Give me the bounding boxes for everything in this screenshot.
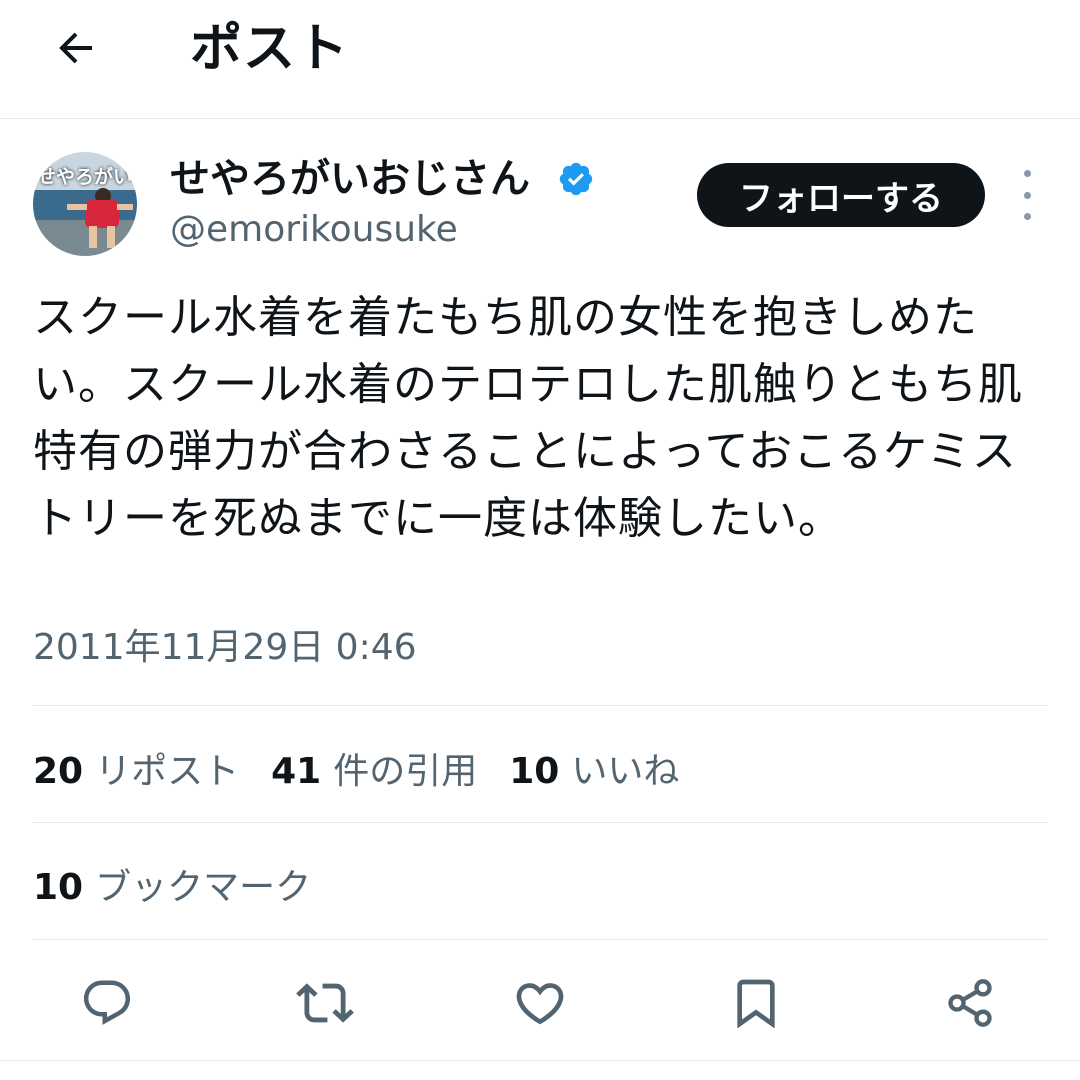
display-name[interactable]: せやろがいおじさん bbox=[170, 150, 530, 208]
repost-icon bbox=[296, 983, 354, 1023]
quotes-count: 41 bbox=[271, 751, 322, 792]
verified-badge-icon bbox=[559, 162, 593, 196]
bottom-border bbox=[0, 1060, 1080, 1061]
quotes-label: 件の引用 bbox=[333, 751, 478, 792]
follow-button[interactable]: フォローする bbox=[697, 163, 985, 227]
quotes-stat[interactable]: 41 件の引用 bbox=[271, 742, 477, 794]
like-icon bbox=[516, 983, 564, 1025]
bookmark-button[interactable] bbox=[721, 960, 791, 1046]
divider bbox=[33, 822, 1047, 823]
likes-stat[interactable]: 10 いいね bbox=[509, 742, 679, 794]
engagement-stats: 20 リポスト 41 件の引用 10 いいね bbox=[33, 742, 711, 794]
top-bar: ポスト bbox=[0, 0, 1080, 119]
arrow-left-icon bbox=[59, 32, 92, 64]
user-handle[interactable]: @emorikousuke bbox=[170, 205, 458, 255]
like-button[interactable] bbox=[505, 960, 575, 1046]
tweet-text: スクール水着を着たもち肌の女性を抱きしめたい。スクール水着のテロテロした肌触りと… bbox=[33, 292, 1023, 544]
reposts-stat[interactable]: 20 リポスト bbox=[33, 742, 239, 794]
share-icon bbox=[948, 979, 992, 1027]
bookmarks-count: 10 bbox=[33, 867, 84, 908]
divider bbox=[33, 705, 1047, 706]
bookmark-icon bbox=[737, 979, 775, 1029]
repost-button[interactable] bbox=[290, 960, 360, 1046]
avatar-text: せやろがい bbox=[37, 166, 133, 188]
page-title: ポスト bbox=[190, 19, 350, 79]
dot bbox=[1023, 213, 1031, 220]
likes-label: いいね bbox=[571, 751, 680, 792]
avatar[interactable]: せやろがい bbox=[33, 152, 137, 256]
reply-icon bbox=[83, 980, 131, 1025]
dot bbox=[1023, 170, 1031, 177]
tweet-timestamp[interactable]: 2011年11月29日 0:46 bbox=[33, 622, 417, 674]
likes-count: 10 bbox=[509, 751, 560, 792]
back-button[interactable] bbox=[44, 16, 108, 80]
bookmarks-label: ブックマーク bbox=[95, 867, 312, 908]
more-options-icon[interactable] bbox=[1010, 170, 1044, 220]
reposts-count: 20 bbox=[33, 751, 84, 792]
action-bar bbox=[0, 960, 1080, 1050]
divider bbox=[33, 939, 1047, 940]
share-button[interactable] bbox=[935, 960, 1005, 1046]
reposts-label: リポスト bbox=[95, 751, 240, 792]
bookmarks-stat[interactable]: 10 ブックマーク bbox=[33, 858, 343, 910]
reply-button[interactable] bbox=[72, 960, 142, 1046]
dot bbox=[1023, 191, 1031, 199]
